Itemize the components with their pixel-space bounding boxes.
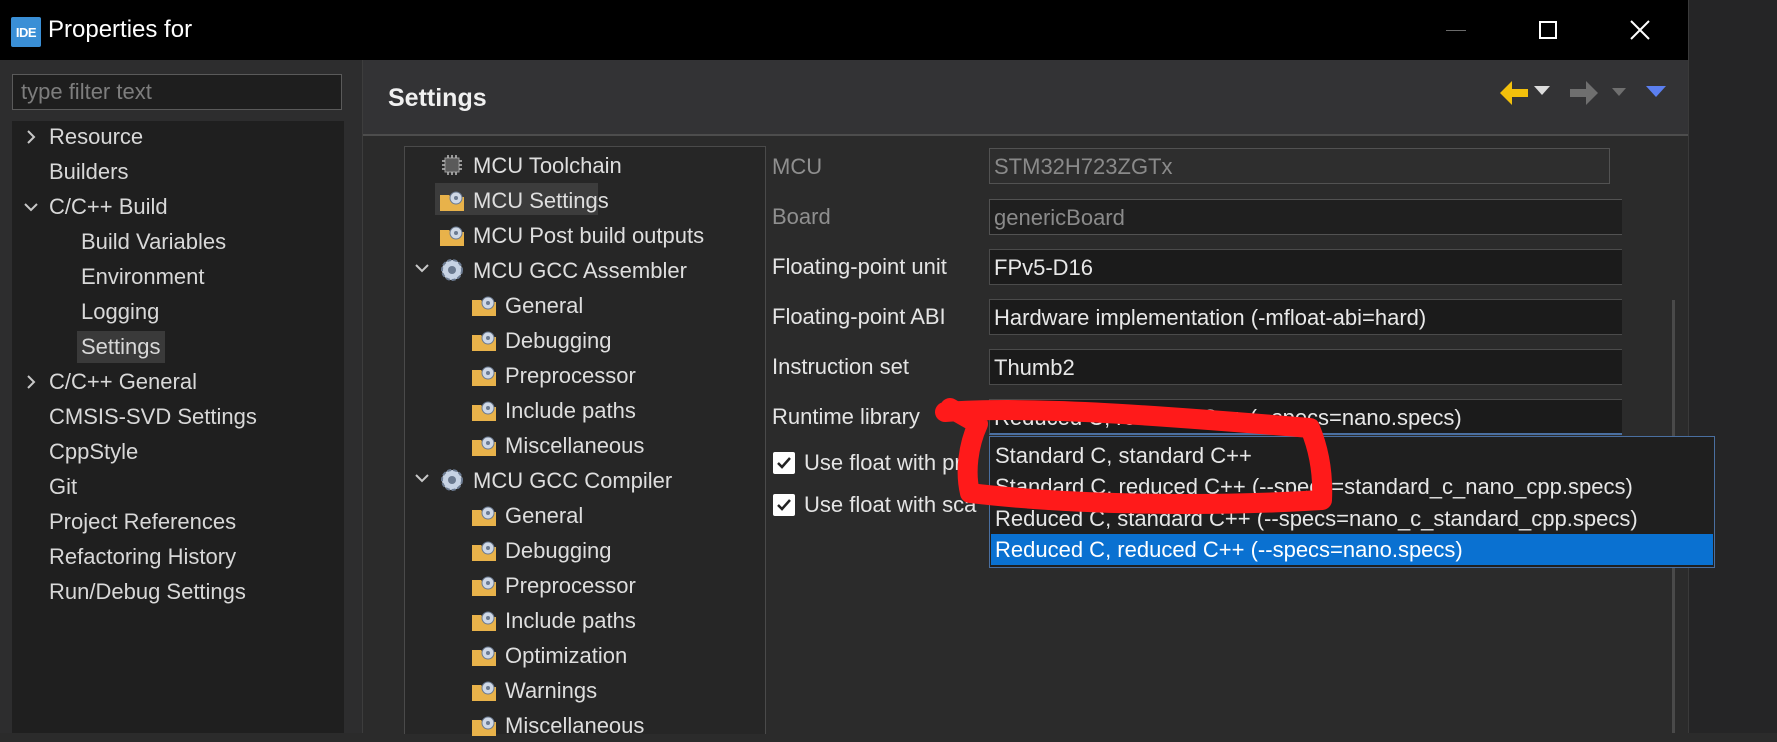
app-icon: IDE [11, 17, 41, 47]
folder-gear-icon [472, 436, 496, 456]
tool-settings-tree: MCU Toolchain MCU Settings MCU Post buil… [404, 146, 766, 738]
page-header [363, 60, 1688, 136]
use-float-printf-checkbox[interactable] [773, 452, 795, 474]
gear-icon [441, 259, 463, 281]
folder-gear-icon [472, 541, 496, 561]
checkmark-icon [777, 499, 791, 511]
chevron-right-icon[interactable] [20, 366, 42, 398]
runtime-library-label: Runtime library [772, 404, 920, 429]
folder-gear-icon [440, 191, 464, 211]
nav-item-run-debug-settings[interactable]: Run/Debug Settings [49, 576, 246, 608]
tool-assembler-general[interactable]: General [505, 290, 583, 322]
folder-gear-icon [472, 576, 496, 596]
filter-input[interactable] [12, 74, 342, 110]
tool-mcu-settings[interactable]: MCU Settings [473, 185, 609, 217]
view-menu-icon[interactable] [1646, 86, 1666, 98]
folder-gear-icon [472, 296, 496, 316]
folder-gear-icon [472, 401, 496, 421]
tool-compiler-warnings[interactable]: Warnings [505, 675, 597, 707]
board-label: Board [772, 204, 831, 229]
tool-mcu-gcc-compiler[interactable]: MCU GCC Compiler [473, 465, 672, 497]
window-title: Properties for [48, 16, 193, 43]
dropdown-option[interactable]: Standard C, standard C++ [991, 440, 1713, 471]
tool-compiler-debugging[interactable]: Debugging [505, 535, 611, 567]
nav-item-git[interactable]: Git [49, 471, 77, 503]
back-history-dropdown-icon[interactable] [1534, 86, 1550, 96]
background-window-edge [1688, 0, 1777, 733]
nav-item-cppstyle[interactable]: CppStyle [49, 436, 138, 468]
instruction-set-label: Instruction set [772, 354, 909, 379]
nav-item-build-variables[interactable]: Build Variables [81, 226, 226, 258]
dropdown-option-selected[interactable]: Reduced C, reduced C++ (--specs=nano.spe… [991, 534, 1713, 565]
tool-compiler-optimization[interactable]: Optimization [505, 640, 627, 672]
tool-compiler-preprocessor[interactable]: Preprocessor [505, 570, 636, 602]
board-field: genericBoard [989, 199, 1622, 235]
float-abi-select[interactable]: Hardware implementation (-mfloat-abi=har… [989, 299, 1622, 335]
minimize-button[interactable] [1410, 0, 1502, 60]
dropdown-option[interactable]: Standard C, reduced C++ (--specs=standar… [991, 471, 1713, 502]
chevron-down-icon[interactable] [415, 473, 429, 483]
chevron-right-icon[interactable] [20, 121, 42, 153]
tool-compiler-include-paths[interactable]: Include paths [505, 605, 636, 637]
fpu-label: Floating-point unit [772, 254, 947, 279]
runtime-library-dropdown-list: Standard C, standard C++ Standard C, red… [989, 436, 1715, 568]
float-abi-label: Floating-point ABI [772, 304, 946, 329]
nav-item-settings[interactable]: Settings [77, 331, 165, 363]
tool-assembler-debugging[interactable]: Debugging [505, 325, 611, 357]
chip-icon [442, 155, 462, 175]
nav-item-cpp-general[interactable]: C/C++ General [49, 366, 197, 398]
folder-gear-icon [472, 506, 496, 526]
tool-mcu-post-build-outputs[interactable]: MCU Post build outputs [473, 220, 704, 252]
nav-item-resource[interactable]: Resource [49, 121, 143, 153]
tool-mcu-toolchain[interactable]: MCU Toolchain [473, 150, 622, 182]
checkmark-icon [777, 457, 791, 469]
forward-history-dropdown-icon[interactable] [1612, 88, 1626, 97]
nav-item-logging[interactable]: Logging [81, 296, 159, 328]
nav-item-cmsis-svd-settings[interactable]: CMSIS-SVD Settings [49, 401, 257, 433]
chevron-down-icon[interactable] [415, 263, 429, 273]
use-float-scanf-label: Use float with sca [804, 492, 977, 517]
nav-item-builders[interactable]: Builders [49, 156, 128, 188]
folder-gear-icon [472, 331, 496, 351]
close-icon [1630, 20, 1650, 40]
forward-arrow-icon[interactable] [1568, 78, 1600, 108]
folder-gear-icon [472, 611, 496, 631]
tool-assembler-include-paths[interactable]: Include paths [505, 395, 636, 427]
nav-item-environment[interactable]: Environment [81, 261, 205, 293]
page-title: Settings [388, 84, 487, 112]
minimize-icon [1446, 29, 1466, 31]
tool-compiler-miscellaneous[interactable]: Miscellaneous [505, 710, 644, 742]
folder-gear-icon [472, 646, 496, 666]
gear-icon [441, 469, 463, 491]
folder-gear-icon [440, 226, 464, 246]
maximize-button[interactable] [1502, 0, 1594, 60]
use-float-scanf-checkbox[interactable] [773, 494, 795, 516]
folder-gear-icon [472, 681, 496, 701]
close-button[interactable] [1594, 0, 1686, 60]
tool-compiler-general[interactable]: General [505, 500, 583, 532]
nav-item-project-references[interactable]: Project References [49, 506, 236, 538]
tool-assembler-preprocessor[interactable]: Preprocessor [505, 360, 636, 392]
chevron-down-icon[interactable] [20, 191, 42, 223]
folder-gear-icon [472, 366, 496, 386]
nav-item-cpp-build[interactable]: C/C++ Build [49, 191, 168, 223]
use-float-printf-label: Use float with pr [804, 450, 962, 475]
runtime-library-select[interactable]: Reduced C, reduced C++ (--specs=nano.spe… [989, 399, 1622, 435]
fpu-select[interactable]: FPv5-D16 [989, 249, 1622, 285]
nav-item-refactoring-history[interactable]: Refactoring History [49, 541, 236, 573]
back-arrow-icon[interactable] [1498, 78, 1530, 108]
properties-nav-tree: Resource Builders C/C++ Build Build Vari… [12, 121, 344, 733]
folder-gear-icon [472, 716, 496, 736]
mcu-field: STM32H723ZGTx [989, 148, 1610, 184]
dropdown-option[interactable]: Reduced C, standard C++ (--specs=nano_c_… [991, 503, 1713, 534]
tool-mcu-gcc-assembler[interactable]: MCU GCC Assembler [473, 255, 687, 287]
mcu-label: MCU [772, 154, 823, 179]
tool-assembler-miscellaneous[interactable]: Miscellaneous [505, 430, 644, 462]
maximize-icon [1539, 21, 1557, 39]
instruction-set-select[interactable]: Thumb2 [989, 349, 1622, 385]
